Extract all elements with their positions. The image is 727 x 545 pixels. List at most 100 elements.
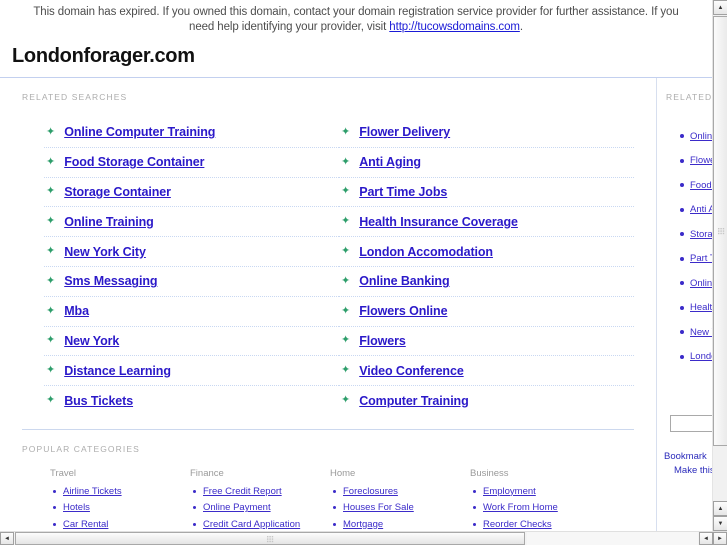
scroll-left-button[interactable]: ◄ xyxy=(0,532,14,545)
popular-category-item[interactable]: Foreclosures xyxy=(330,483,470,500)
related-search-link[interactable]: New York City xyxy=(64,245,146,259)
related-search-item[interactable]: ✦ Flower Delivery xyxy=(339,118,634,148)
related-search-link[interactable]: Video Conference xyxy=(359,364,464,378)
popular-category-link[interactable]: Mortgage xyxy=(343,519,383,530)
vertical-scrollbar[interactable]: ▲ ▲ ▼ xyxy=(712,0,727,531)
popular-category-item[interactable]: Car Rental xyxy=(50,516,190,531)
sidebar-related-item[interactable]: Anti Aging xyxy=(680,198,712,223)
sidebar-related-link[interactable]: Storage Container xyxy=(690,229,712,240)
related-search-link[interactable]: New York xyxy=(64,334,119,348)
related-search-link[interactable]: Bus Tickets xyxy=(64,394,133,408)
scroll-left-button-right[interactable]: ◄ xyxy=(699,532,713,545)
popular-category-item[interactable]: Online Payment xyxy=(190,499,330,516)
popular-category-link[interactable]: Foreclosures xyxy=(343,486,398,497)
related-search-link[interactable]: Food Storage Container xyxy=(64,155,204,169)
related-search-link[interactable]: Online Computer Training xyxy=(64,125,215,139)
popular-category-link[interactable]: Online Payment xyxy=(203,502,271,513)
bullet-icon xyxy=(333,489,336,493)
bookmark-link[interactable]: Bookmark xyxy=(664,450,712,464)
related-search-link[interactable]: Storage Container xyxy=(64,185,171,199)
popular-category-item[interactable]: Employment xyxy=(470,483,610,500)
sidebar-related-item[interactable]: Online Training xyxy=(680,271,712,296)
scroll-up-button[interactable]: ▲ xyxy=(713,0,727,15)
related-search-link[interactable]: Distance Learning xyxy=(64,364,171,378)
sidebar-related-item[interactable]: London Accomodation xyxy=(680,345,712,370)
sidebar-related-item[interactable]: Storage Container xyxy=(680,222,712,247)
sidebar-related-item[interactable]: Food Storage Container xyxy=(680,173,712,198)
sidebar-search-input[interactable] xyxy=(670,415,712,432)
sidebar-related-link[interactable]: New York City xyxy=(690,327,712,338)
sidebar-related-link[interactable]: Part Time Jobs xyxy=(690,253,712,264)
horizontal-scrollbar-track[interactable] xyxy=(527,532,698,545)
related-search-link[interactable]: Online Training xyxy=(64,215,154,229)
related-search-item[interactable]: ✦ Flowers xyxy=(339,327,634,357)
popular-category-link[interactable]: Credit Card Application xyxy=(203,519,300,530)
related-search-item[interactable]: ✦ Part Time Jobs xyxy=(339,178,634,208)
sidebar-related-link[interactable]: Anti Aging xyxy=(690,204,712,215)
popular-category-item[interactable]: Houses For Sale xyxy=(330,499,470,516)
related-search-link[interactable]: Flowers Online xyxy=(359,304,447,318)
popular-category-item[interactable]: Work From Home xyxy=(470,499,610,516)
sidebar-related-link[interactable]: Food Storage Container xyxy=(690,180,712,191)
related-search-item[interactable]: ✦ Storage Container xyxy=(44,178,339,208)
popular-category-link[interactable]: Employment xyxy=(483,486,536,497)
related-search-item[interactable]: ✦ Flowers Online xyxy=(339,297,634,327)
popular-category-link[interactable]: Houses For Sale xyxy=(343,502,414,513)
sidebar-related-link[interactable]: Online Training xyxy=(690,278,712,289)
scroll-down-button[interactable]: ▼ xyxy=(713,516,727,531)
related-search-item[interactable]: ✦ New York City xyxy=(44,237,339,267)
popular-category-link[interactable]: Reorder Checks xyxy=(483,519,552,530)
popular-category-link[interactable]: Car Rental xyxy=(63,519,108,530)
related-search-item[interactable]: ✦ Sms Messaging xyxy=(44,267,339,297)
popular-category-link[interactable]: Work From Home xyxy=(483,502,558,513)
sidebar-related-link[interactable]: Flower Delivery xyxy=(690,155,712,166)
sidebar-related-link[interactable]: Health Insurance Coverage xyxy=(690,302,712,313)
sidebar-related-link[interactable]: London Accomodation xyxy=(690,351,712,362)
related-search-link[interactable]: Computer Training xyxy=(359,394,469,408)
popular-category-item[interactable]: Airline Tickets xyxy=(50,483,190,500)
related-search-item[interactable]: ✦ Anti Aging xyxy=(339,148,634,178)
popular-category-item[interactable]: Hotels xyxy=(50,499,190,516)
related-search-link[interactable]: Health Insurance Coverage xyxy=(359,215,518,229)
vertical-scrollbar-thumb[interactable] xyxy=(713,16,727,446)
horizontal-scrollbar-thumb[interactable] xyxy=(15,532,525,545)
related-search-item[interactable]: ✦ Online Banking xyxy=(339,267,634,297)
popular-category-link[interactable]: Airline Tickets xyxy=(63,486,122,497)
related-search-item[interactable]: ✦ New York xyxy=(44,327,339,357)
tucowsdomains-link[interactable]: http://tucowsdomains.com xyxy=(389,21,520,33)
popular-category-item[interactable]: Mortgage xyxy=(330,516,470,531)
popular-category-item[interactable]: Credit Card Application xyxy=(190,516,330,531)
sidebar-related-item[interactable]: Health Insurance Coverage xyxy=(680,296,712,321)
scroll-up-button-bottom[interactable]: ▲ xyxy=(713,501,727,516)
popular-category-item[interactable]: Free Credit Report xyxy=(190,483,330,500)
sidebar-related-link[interactable]: Online Computer Training xyxy=(690,131,712,142)
related-search-item[interactable]: ✦ Video Conference xyxy=(339,356,634,387)
related-search-link[interactable]: Sms Messaging xyxy=(64,274,157,288)
popular-category-link[interactable]: Free Credit Report xyxy=(203,486,282,497)
sidebar-related-item[interactable]: New York City xyxy=(680,320,712,345)
related-search-item[interactable]: ✦ Mba xyxy=(44,297,339,327)
related-search-item[interactable]: ✦ Health Insurance Coverage xyxy=(339,207,634,238)
related-search-item[interactable]: ✦ Computer Training xyxy=(339,386,634,415)
popular-category-link[interactable]: Hotels xyxy=(63,502,90,513)
sidebar-related-item[interactable]: Part Time Jobs xyxy=(680,247,712,272)
sidebar-related-item[interactable]: Online Computer Training xyxy=(680,124,712,149)
make-this-link[interactable]: Make this xyxy=(664,464,712,478)
related-search-item[interactable]: ✦ Distance Learning xyxy=(44,356,339,387)
related-search-item[interactable]: ✦ Food Storage Container xyxy=(44,148,339,178)
related-search-link[interactable]: Anti Aging xyxy=(359,155,421,169)
related-search-link[interactable]: Online Banking xyxy=(359,274,449,288)
related-search-item[interactable]: ✦ London Accomodation xyxy=(339,237,634,267)
related-search-link[interactable]: Flowers xyxy=(359,334,406,348)
scroll-right-button[interactable]: ► xyxy=(713,532,727,545)
related-search-item[interactable]: ✦ Bus Tickets xyxy=(44,386,339,415)
popular-category-item[interactable]: Reorder Checks xyxy=(470,516,610,531)
related-search-item[interactable]: ✦ Online Training xyxy=(44,207,339,238)
related-search-link[interactable]: Flower Delivery xyxy=(359,125,450,139)
related-search-item[interactable]: ✦ Online Computer Training xyxy=(44,118,339,148)
related-search-link[interactable]: Mba xyxy=(64,304,89,318)
related-search-link[interactable]: Part Time Jobs xyxy=(359,185,447,199)
horizontal-scrollbar[interactable]: ◄ ◄ ► xyxy=(0,531,727,545)
sidebar-related-item[interactable]: Flower Delivery xyxy=(680,149,712,174)
related-search-link[interactable]: London Accomodation xyxy=(359,245,493,259)
